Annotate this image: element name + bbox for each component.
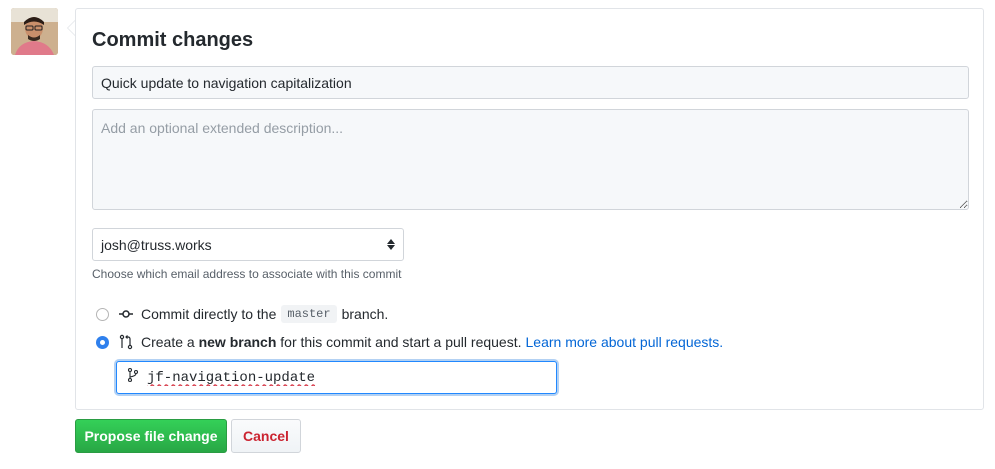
branch-name-pill: master [281,305,337,323]
commit-direct-suffix: branch. [341,306,389,322]
user-avatar[interactable] [11,8,58,55]
new-branch-suffix: for this commit and start a pull request… [280,334,522,350]
commit-direct-radio[interactable] [96,307,109,321]
new-branch-option[interactable]: Create a new branch for this commit and … [96,334,723,350]
new-branch-bold: new branch [198,334,277,350]
email-select[interactable]: josh@truss.works [92,228,404,261]
propose-file-change-button[interactable]: Propose file change [75,419,227,453]
panel-pointer [67,20,75,36]
commit-summary-input[interactable] [92,66,969,99]
commit-direct-option[interactable]: Commit directly to the master branch. [96,305,388,323]
new-branch-prefix: Create a [141,334,195,350]
commit-direct-prefix: Commit directly to the [141,306,277,322]
new-branch-name-field[interactable] [116,361,557,394]
git-branch-icon [127,367,139,388]
commit-description-input[interactable] [92,109,969,210]
commit-title: Commit changes [92,29,254,51]
learn-more-pull-requests-link[interactable]: Learn more about pull requests. [526,334,724,350]
commit-panel: Commit changes josh@truss.works Choose w… [75,8,984,410]
cancel-button[interactable]: Cancel [231,419,301,453]
email-helper-text: Choose which email address to associate … [92,267,402,281]
new-branch-name-input[interactable] [147,365,546,390]
select-arrows-icon [387,239,395,250]
new-branch-radio[interactable] [96,335,109,349]
email-select-value: josh@truss.works [101,236,212,253]
git-pull-request-icon [118,334,134,350]
git-commit-icon [118,306,134,322]
